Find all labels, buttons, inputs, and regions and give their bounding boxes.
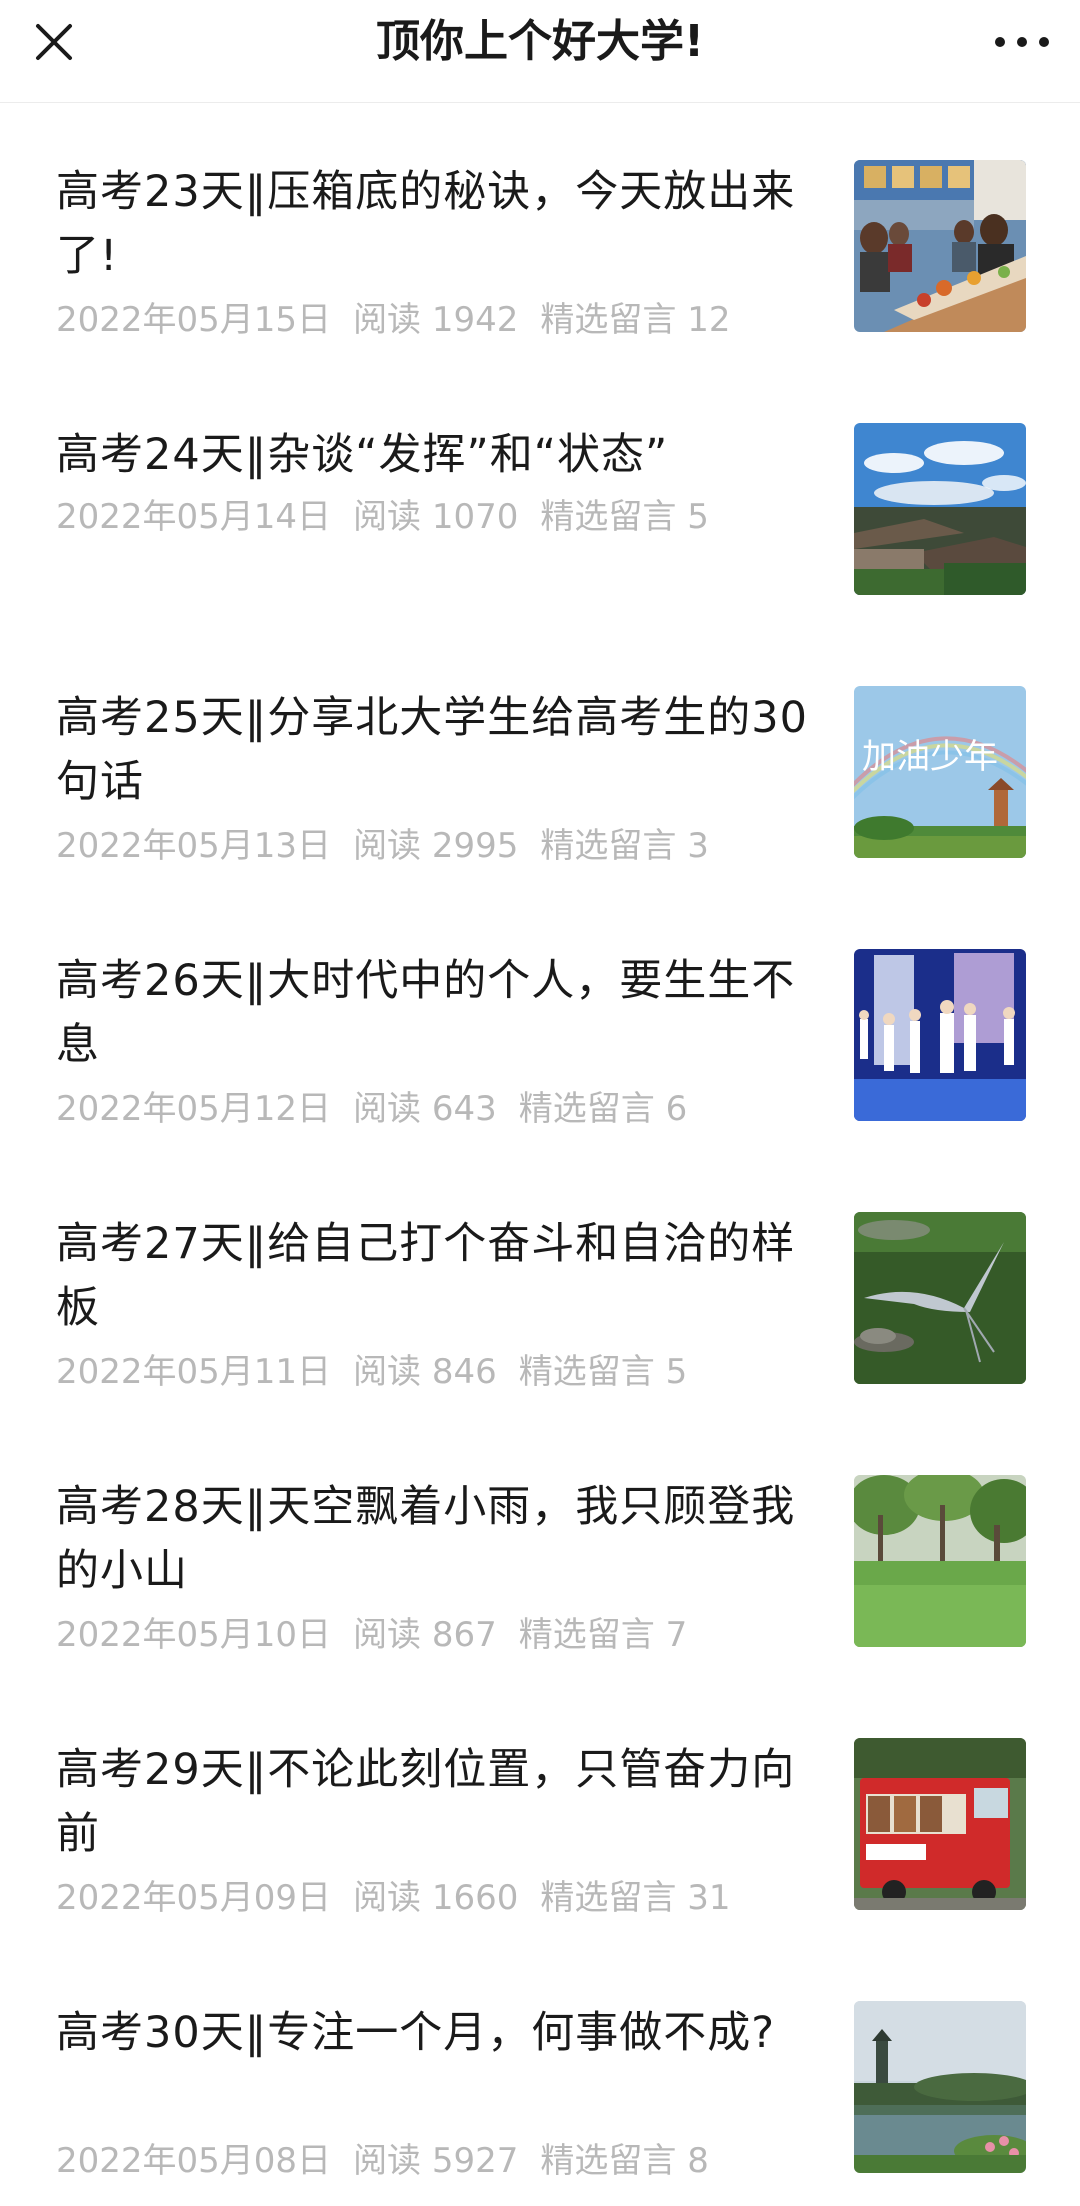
comments-count: 7 [665, 1615, 688, 1655]
page-title: 顶你上个好大学! [375, 16, 705, 67]
article-thumbnail [854, 2001, 1026, 2173]
more-dots-icon [995, 37, 1049, 47]
comments-count: 5 [687, 497, 709, 537]
article-meta: 2022年05月13日 阅读 2995 精选留言 3 [56, 824, 816, 868]
lake-pagoda-photo [854, 2001, 1026, 2173]
reads-count: 1660 [431, 1878, 519, 1918]
article-thumbnail [854, 423, 1026, 595]
article-thumbnail: 加油少年 [854, 686, 1026, 858]
article-date: 2022年05月11日 [56, 1352, 332, 1392]
reads-label: 阅读 [353, 826, 422, 866]
article-meta: 2022年05月12日 阅读 643 精选留言 6 [56, 1087, 816, 1131]
article-date: 2022年05月09日 [56, 1878, 332, 1918]
article-title: 高考28天‖天空飘着小雨，我只顾登我的小山 [56, 1482, 796, 1596]
comments-label: 精选留言 [540, 1878, 677, 1918]
article-item[interactable]: 高考29天‖不论此刻位置，只管奋力向前 2022年05月09日 阅读 1660 精选留… [0, 1680, 1080, 1943]
article-thumbnail [854, 160, 1026, 332]
article-date: 2022年05月08日 [56, 2141, 332, 2181]
comments-count: 6 [665, 1089, 688, 1129]
heron-lake-photo [854, 1212, 1026, 1384]
article-title: 高考27天‖给自己打个奋斗和自洽的样板 [56, 1219, 796, 1333]
comments-label: 精选留言 [518, 1089, 655, 1129]
article-meta: 2022年05月15日 阅读 1942 精选留言 12 [56, 298, 816, 342]
reads-count: 1070 [431, 497, 519, 537]
close-icon [36, 24, 72, 60]
article-title: 高考30天‖专注一个月，何事做不成? [56, 2008, 776, 2058]
article-date: 2022年05月10日 [56, 1615, 332, 1655]
comments-count: 5 [665, 1352, 688, 1392]
close-button[interactable] [22, 10, 86, 74]
reads-count: 5927 [431, 2141, 519, 2181]
article-meta: 2022年05月09日 阅读 1660 精选留言 31 [56, 1876, 816, 1920]
article-item[interactable]: 高考30天‖专注一个月，何事做不成? 2022年05月08日 阅读 5927 精选留言… [0, 1943, 1080, 2206]
reads-label: 阅读 [353, 1089, 422, 1129]
red-food-truck-photo [854, 1738, 1026, 1910]
article-thumbnail [854, 1212, 1026, 1384]
comments-count: 31 [687, 1878, 731, 1918]
reads-label: 阅读 [353, 1615, 422, 1655]
article-meta: 2022年05月14日 阅读 1070 精选留言 5 [56, 495, 816, 539]
comments-label: 精选留言 [540, 300, 677, 340]
rainbow-pagoda-photo: 加油少年 [854, 686, 1026, 858]
article-title: 高考25天‖分享北大学生给高考生的30句话 [56, 693, 808, 807]
comments-label: 精选留言 [518, 1352, 655, 1392]
article-title: 高考24天‖杂谈“发挥”和“状态” [56, 430, 669, 480]
more-button[interactable] [986, 10, 1058, 74]
reads-count: 867 [431, 1615, 497, 1655]
comments-label: 精选留言 [518, 1615, 655, 1655]
reads-count: 1942 [431, 300, 519, 340]
article-title: 高考29天‖不论此刻位置，只管奋力向前 [56, 1745, 796, 1859]
reads-count: 846 [431, 1352, 497, 1392]
comments-count: 12 [687, 300, 731, 340]
article-item[interactable]: 高考25天‖分享北大学生给高考生的30句话 2022年05月13日 阅读 2995 精… [0, 628, 1080, 891]
article-date: 2022年05月13日 [56, 826, 332, 866]
campus-rooftops-blue-sky-photo [854, 423, 1026, 595]
green-lawn-trees-photo [854, 1475, 1026, 1647]
article-meta: 2022年05月11日 阅读 846 精选留言 5 [56, 1350, 816, 1394]
reads-label: 阅读 [353, 497, 422, 537]
article-item[interactable]: 高考27天‖给自己打个奋斗和自洽的样板 2022年05月11日 阅读 846 精选留言… [0, 1154, 1080, 1417]
comments-label: 精选留言 [540, 2141, 677, 2181]
article-meta: 2022年05月08日 阅读 5927 精选留言 8 [56, 2139, 816, 2183]
article-thumbnail [854, 1475, 1026, 1647]
article-item[interactable]: 高考28天‖天空飘着小雨，我只顾登我的小山 2022年05月10日 阅读 867 精选… [0, 1417, 1080, 1680]
comments-label: 精选留言 [540, 497, 677, 537]
article-item[interactable]: 高考24天‖杂谈“发挥”和“状态” 2022年05月14日 阅读 1070 精选留言 … [0, 365, 1080, 628]
comments-count: 3 [687, 826, 709, 866]
article-title: 高考26天‖大时代中的个人，要生生不息 [56, 956, 796, 1070]
stage-performance-photo [854, 949, 1026, 1121]
svg-text:加油少年: 加油少年 [862, 737, 998, 777]
article-meta: 2022年05月10日 阅读 867 精选留言 7 [56, 1613, 816, 1657]
reads-label: 阅读 [353, 1352, 422, 1392]
reads-label: 阅读 [353, 300, 422, 340]
comments-count: 8 [687, 2141, 709, 2181]
article-title: 高考23天‖压箱底的秘诀，今天放出来了! [56, 167, 796, 281]
article-date: 2022年05月12日 [56, 1089, 332, 1129]
article-item[interactable]: 高考23天‖压箱底的秘诀，今天放出来了! 2022年05月15日 阅读 1942 精选… [0, 102, 1080, 365]
restaurant-dining-photo [854, 160, 1026, 332]
article-thumbnail [854, 949, 1026, 1121]
reads-count: 643 [431, 1089, 497, 1129]
reads-label: 阅读 [353, 2141, 422, 2181]
article-thumbnail [854, 1738, 1026, 1910]
top-bar: 顶你上个好大学! [0, 0, 1080, 103]
reads-count: 2995 [431, 826, 519, 866]
comments-label: 精选留言 [540, 826, 677, 866]
reads-label: 阅读 [353, 1878, 422, 1918]
article-item[interactable]: 高考26天‖大时代中的个人，要生生不息 2022年05月12日 阅读 643 精选留言… [0, 891, 1080, 1154]
article-date: 2022年05月14日 [56, 497, 332, 537]
article-date: 2022年05月15日 [56, 300, 332, 340]
